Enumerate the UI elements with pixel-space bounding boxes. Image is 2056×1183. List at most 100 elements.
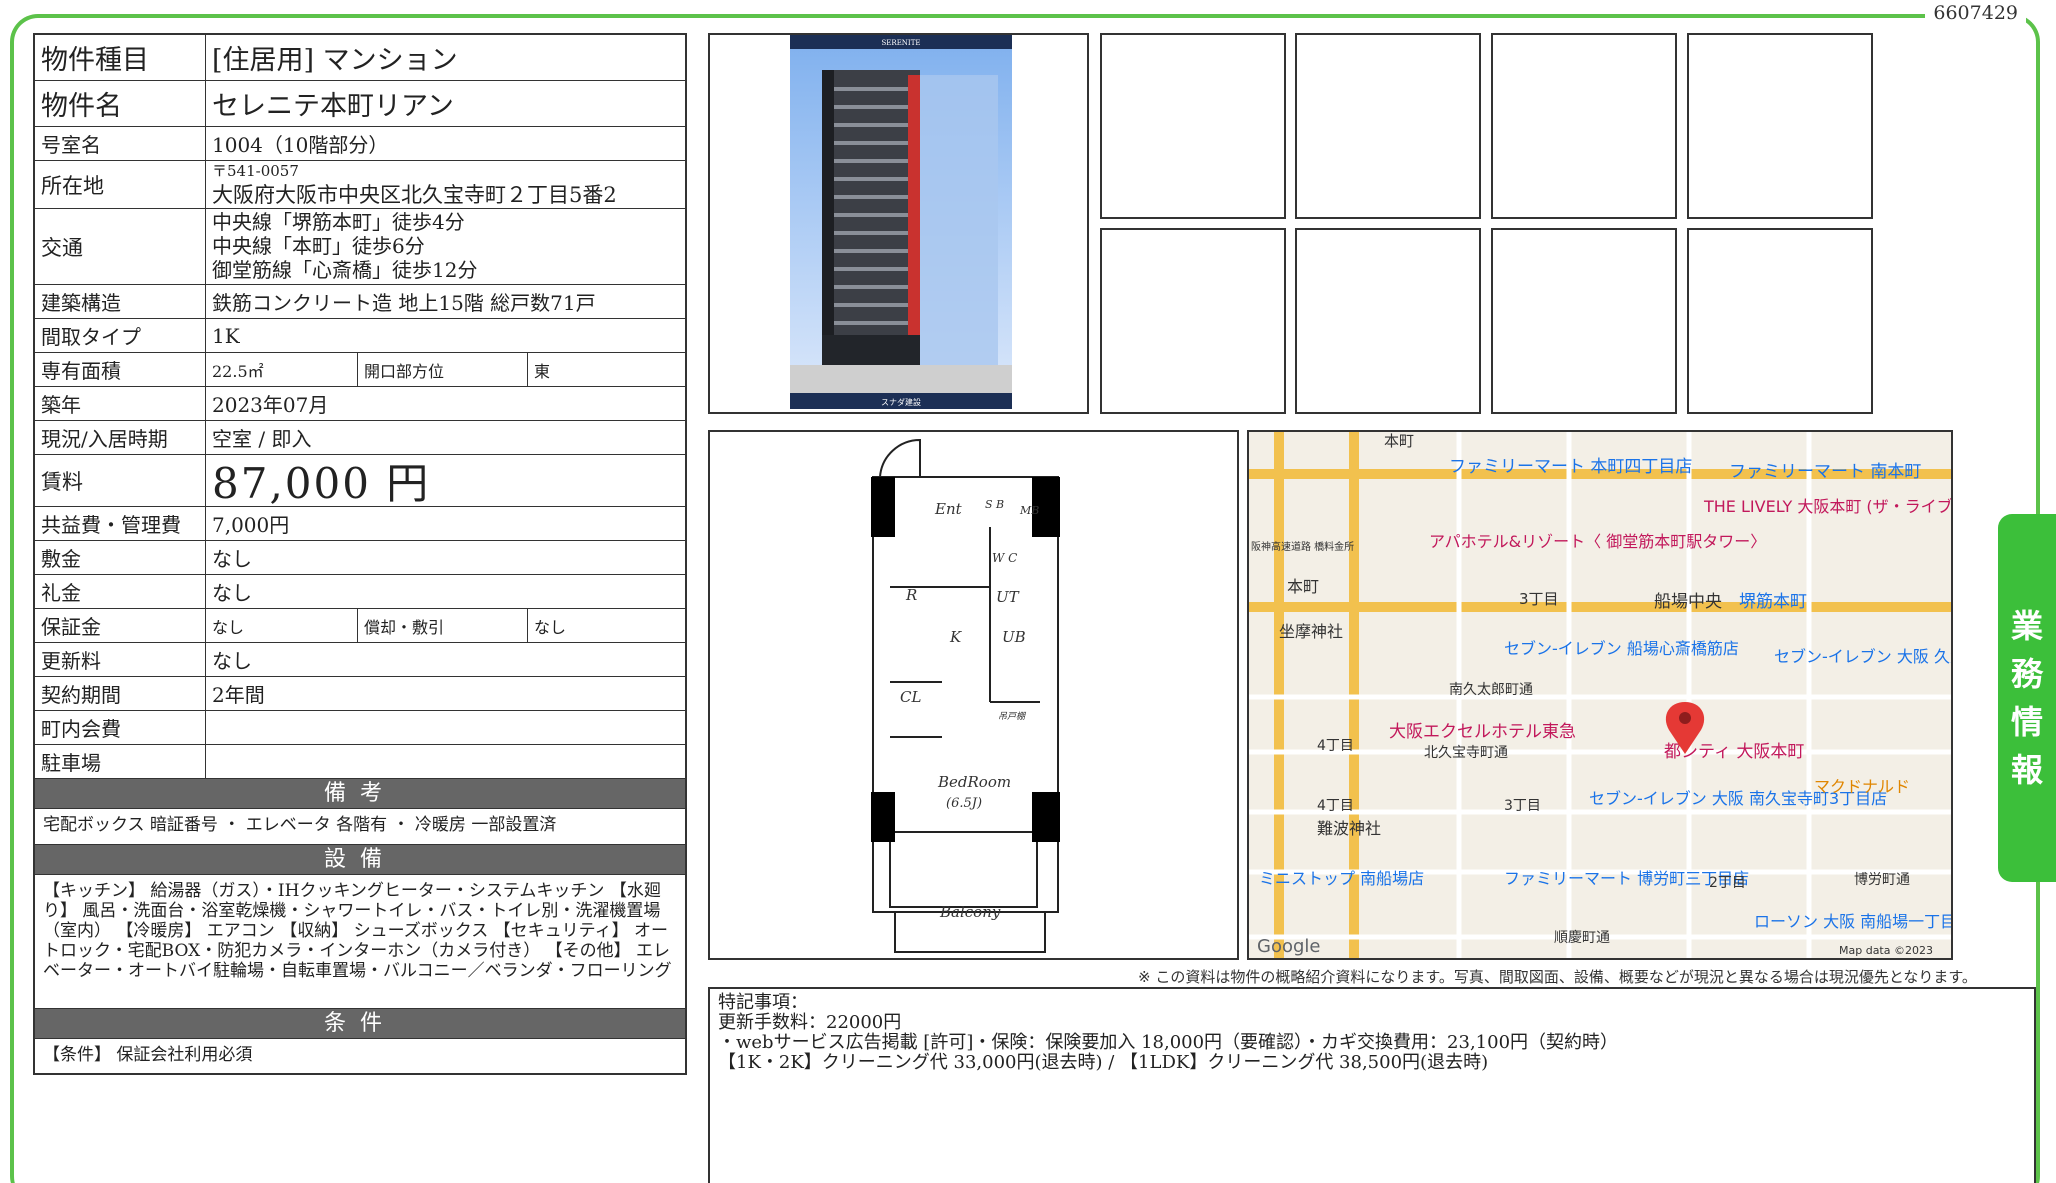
remarks-line: ・webサービス広告掲載 [許可]・保険：保険要加入 18,000円（要確認）・… bbox=[718, 1032, 1619, 1053]
equipment-body: 【キッチン】 給湯器（ガス）・IHクッキングヒーター・システムキッチン 【水廻り… bbox=[35, 875, 685, 1009]
row-access: 交通 中央線「堺筋本町」徒歩4分 中央線「本町」徒歩6分 御堂筋線「心斎橋」徒歩… bbox=[35, 209, 685, 285]
type-label: 物件種目 bbox=[35, 35, 206, 80]
map-label: ミニストップ 南船場店 bbox=[1259, 869, 1424, 888]
name-value: セレニテ本町リアン bbox=[212, 91, 454, 122]
map-label: Map data ©2023 bbox=[1839, 944, 1933, 957]
floor-plan[interactable]: Ent S B MB W C UT UB R K CL BedRoom (6.5… bbox=[708, 430, 1239, 960]
layout-label: 間取タイプ bbox=[35, 319, 206, 352]
map-label: 坐摩神社 bbox=[1279, 622, 1343, 641]
status-label: 現況/入居時期 bbox=[35, 421, 206, 454]
rent-value: 87,000 円 bbox=[212, 459, 431, 508]
business-info-tab[interactable]: 業 務 情 報 bbox=[1998, 514, 2056, 882]
area-value: 22.5㎡ bbox=[206, 353, 358, 386]
photo-thumbnail[interactable] bbox=[1491, 228, 1677, 414]
floor-label: (6.5J) bbox=[946, 796, 982, 811]
fee-value: 7,000円 bbox=[212, 513, 290, 537]
map-label: セブン-イレブン 大阪 久太郎町1丁目店 bbox=[1774, 647, 1951, 666]
fee-label: 共益費・管理費 bbox=[35, 507, 206, 540]
contract-value: 2年間 bbox=[212, 683, 265, 707]
map-label: ファミリーマート 本町四丁目店 bbox=[1449, 457, 1692, 477]
row-key-money: 礼金 なし bbox=[35, 575, 685, 609]
floor-label: W C bbox=[992, 551, 1017, 565]
photo-thumbnail[interactable] bbox=[1687, 33, 1873, 219]
photo-thumbnail[interactable] bbox=[1295, 33, 1481, 219]
map-label: ファミリーマート 南本町 bbox=[1729, 462, 1921, 482]
association-value bbox=[206, 711, 685, 744]
parking-label: 駐車場 bbox=[35, 745, 206, 778]
floor-label: Ent bbox=[934, 500, 963, 518]
area-cells: 22.5㎡ 開口部方位 東 bbox=[206, 353, 685, 386]
row-guarantee: 保証金 なし 償却・敷引 なし bbox=[35, 609, 685, 643]
map-label: マクドナルド bbox=[1814, 777, 1910, 796]
map-label: 北久宝寺町通 bbox=[1424, 745, 1508, 761]
area-label: 専有面積 bbox=[35, 353, 206, 386]
map-label: 3丁目 bbox=[1504, 798, 1541, 814]
row-renewal: 更新料 なし bbox=[35, 643, 685, 677]
floor-label: BedRoom bbox=[937, 773, 1011, 791]
map-label: 堺筋本町 bbox=[1739, 592, 1807, 612]
special-remarks: 特記事項： 更新手数料：22000円 ・webサービス広告掲載 [許可]・保険：… bbox=[708, 987, 2036, 1183]
association-label: 町内会費 bbox=[35, 711, 206, 744]
floor-label: K bbox=[949, 628, 962, 646]
row-built: 築年 2023年07月 bbox=[35, 387, 685, 421]
map-label: 博労町通 bbox=[1854, 871, 1910, 888]
key-money-label: 礼金 bbox=[35, 575, 206, 608]
amortize-label: 償却・敷引 bbox=[358, 609, 528, 642]
access-item: 中央線「本町」徒歩6分 bbox=[212, 234, 425, 258]
photo-thumbnail[interactable] bbox=[1100, 33, 1286, 219]
room-label: 号室名 bbox=[35, 127, 206, 160]
row-structure: 建築構造 鉄筋コンクリート造 地上15階 総戸数71戸 bbox=[35, 285, 685, 319]
remarks-line: 【1K・2K】クリーニング代 33,000円(退去時) / 【1LDK】クリーニ… bbox=[718, 1052, 1489, 1073]
equipment-heading: 設備 bbox=[35, 845, 685, 875]
remarks-line: 特記事項： bbox=[718, 992, 808, 1013]
map-canvas: 本町 ファミリーマート 本町四丁目店 ファミリーマート 南本町 THE LIVE… bbox=[1249, 432, 1951, 958]
map-label: アパホテル&リゾート〈 御堂筋本町駅タワー〉 bbox=[1429, 532, 1766, 551]
location-map[interactable]: 本町 ファミリーマート 本町四丁目店 ファミリーマート 南本町 THE LIVE… bbox=[1247, 430, 1953, 960]
guarantee-cells: なし 償却・敷引 なし bbox=[206, 609, 685, 642]
photo-thumbnail[interactable] bbox=[1100, 228, 1286, 414]
notes-body: 宅配ボックス 暗証番号 ・ エレベータ 各階有 ・ 冷暖房 一部設置済 bbox=[35, 809, 685, 845]
direction-value: 東 bbox=[534, 361, 551, 381]
rent-label: 賃料 bbox=[35, 455, 206, 506]
map-label: 南久太郎町通 bbox=[1449, 682, 1533, 698]
contract-label: 契約期間 bbox=[35, 677, 206, 710]
map-label: セブン-イレブン 船場心斎橋筋店 bbox=[1504, 639, 1739, 658]
photo-caption: スナダ建設 bbox=[881, 397, 921, 407]
conditions-body: 【条件】 保証会社利用必須 bbox=[43, 1045, 253, 1065]
row-association: 町内会費 bbox=[35, 711, 685, 745]
map-label: 阪神高速道路 橋料金所 bbox=[1251, 540, 1354, 553]
row-name: 物件名 セレニテ本町リアン bbox=[35, 81, 685, 127]
row-fee: 共益費・管理費 7,000円 bbox=[35, 507, 685, 541]
photo-thumbnail[interactable] bbox=[1295, 228, 1481, 414]
floor-plan-drawing: Ent S B MB W C UT UB R K CL BedRoom (6.5… bbox=[871, 438, 1060, 953]
conditions-heading: 条件 bbox=[35, 1009, 685, 1039]
building-photo[interactable]: SERENITE スナダ建設 bbox=[708, 33, 1089, 414]
structure-value: 鉄筋コンクリート造 地上15階 総戸数71戸 bbox=[212, 291, 596, 315]
map-label: THE LIVELY 大阪本町 (ザ・ライブリー大阪本町) bbox=[1703, 497, 1951, 516]
address-label: 所在地 bbox=[35, 161, 206, 208]
disclaimer-notice: ※ この資料は物件の概略紹介資料になります。写真、間取図面、設備、概要などが現況… bbox=[1138, 968, 1977, 986]
built-label: 築年 bbox=[35, 387, 206, 420]
room-value: 1004（10階部分） bbox=[212, 133, 389, 157]
access-list: 中央線「堺筋本町」徒歩4分 中央線「本町」徒歩6分 御堂筋線「心斎橋」徒歩12分 bbox=[206, 209, 685, 284]
side-tab-char: 務 bbox=[2010, 655, 2043, 693]
floor-label: 吊戸棚 bbox=[998, 711, 1027, 722]
row-address: 所在地 〒541-0057 大阪府大阪市中央区北久宝寺町２丁目5番2 bbox=[35, 161, 685, 209]
floor-label: CL bbox=[900, 688, 921, 706]
parking-value bbox=[206, 745, 685, 778]
photo-thumbnail[interactable] bbox=[1687, 228, 1873, 414]
direction-label: 開口部方位 bbox=[358, 353, 528, 386]
map-label: 本町 bbox=[1384, 432, 1414, 450]
guarantee-label: 保証金 bbox=[35, 609, 206, 642]
type-value: [住居用] マンション bbox=[212, 45, 458, 76]
floor-label: UT bbox=[996, 588, 1020, 606]
row-contract: 契約期間 2年間 bbox=[35, 677, 685, 711]
side-tab-char: 業 bbox=[2010, 607, 2043, 645]
key-money-value: なし bbox=[212, 581, 252, 605]
name-label: 物件名 bbox=[35, 81, 206, 126]
floor-label: UB bbox=[1002, 628, 1026, 646]
address-cell: 〒541-0057 大阪府大阪市中央区北久宝寺町２丁目5番2 bbox=[206, 161, 685, 208]
photo-thumbnail[interactable] bbox=[1491, 33, 1677, 219]
row-rent: 賃料 87,000 円 bbox=[35, 455, 685, 508]
reference-number: 6607429 bbox=[1925, 2, 2026, 24]
